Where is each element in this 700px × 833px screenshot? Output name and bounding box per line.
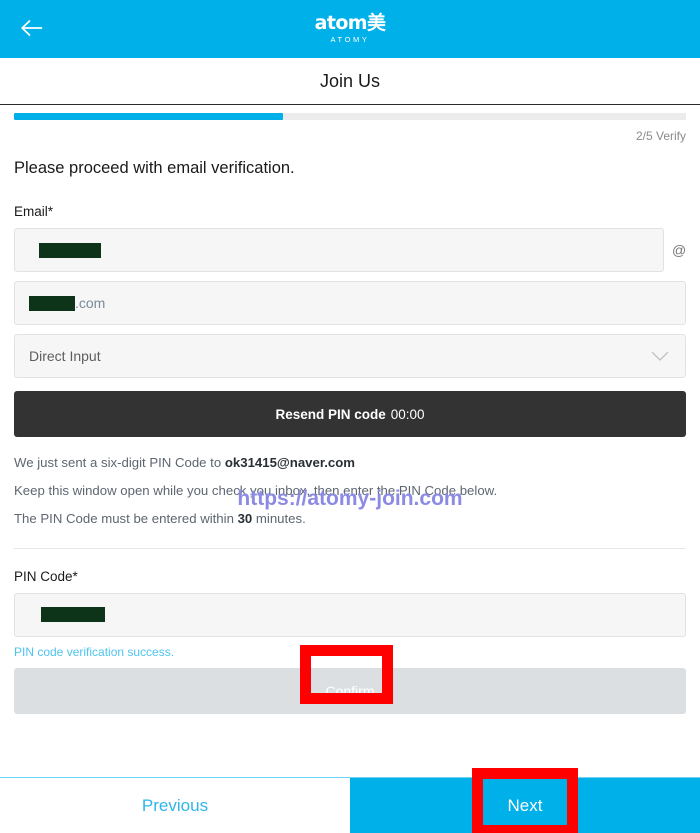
email-domain-input[interactable]: .com [14,281,686,325]
brand-subtext: ATOMY [330,35,370,45]
progress-section [0,105,700,120]
resend-countdown-timer: 00:00 [390,406,425,422]
app-root: atom美 ATOMY Join Us 2/5 Verify Please pr… [0,0,700,833]
footer-navigation: Previous Next [0,777,700,833]
redaction-overlay [41,607,105,623]
at-symbol: @ [672,242,687,258]
info-line-expiry: The PIN Code must be entered within 30 m… [14,512,686,525]
next-button-label: Next [507,795,543,815]
email-domain-select-value: Direct Input [29,348,101,364]
page-title-bar: Join Us [0,58,700,105]
progress-bar [14,113,686,120]
next-button[interactable]: Next [350,778,700,833]
chevron-down-icon [651,351,669,362]
email-label: Email* [14,204,54,219]
info-line-expiry-prefix: The PIN Code must be entered within [14,511,238,527]
confirm-button-label: Confirm [325,682,375,699]
email-domain-select[interactable]: Direct Input [14,334,686,378]
previous-button-label: Previous [141,795,209,815]
info-line-sent-prefix: We just sent a six-digit PIN Code to [14,455,225,470]
expiry-minutes: 30 [237,511,253,527]
page-title: Join Us [319,70,381,91]
pin-code-section: PIN Code* PIN code verification success.… [14,569,686,714]
form-content: Please proceed with email verification. … [0,159,700,714]
back-button[interactable] [12,9,52,49]
recipient-email: ok31415@naver.com [224,455,356,470]
redaction-overlay [39,242,101,258]
resend-pin-code-label: Resend PIN code [275,406,386,422]
progress-step-label: 2/5 Verify [635,129,686,143]
top-app-bar: atom美 ATOMY [0,0,700,58]
brand-mark: atom美 [314,12,386,35]
arrow-left-icon [19,18,45,41]
info-line-expiry-suffix: minutes. [252,511,306,527]
email-local-input[interactable] [14,228,664,272]
resend-pin-code-button[interactable]: Resend PIN code 00:00 [14,391,686,437]
confirm-button[interactable]: Confirm [14,667,686,714]
previous-button[interactable]: Previous [0,778,350,833]
pin-verification-success-message: PIN code verification success. [14,644,175,659]
info-line-keep-open: Keep this window open while you check yo… [14,483,498,499]
section-divider [14,547,686,549]
email-domain-value: .com [75,295,106,311]
atomy-logo: atom美 ATOMY [315,14,386,44]
progress-bar-fill [14,113,283,120]
redaction-overlay [29,295,75,311]
verification-info-block: We just sent a six-digit PIN Code to ok3… [14,456,686,526]
info-line-sent: We just sent a six-digit PIN Code to ok3… [14,456,686,469]
pin-code-input[interactable] [14,592,686,637]
pin-code-label: PIN Code* [14,568,78,584]
email-local-row: @ [14,228,686,272]
email-domain-row: .com [14,281,686,325]
lead-text: Please proceed with email verification. [14,159,295,177]
